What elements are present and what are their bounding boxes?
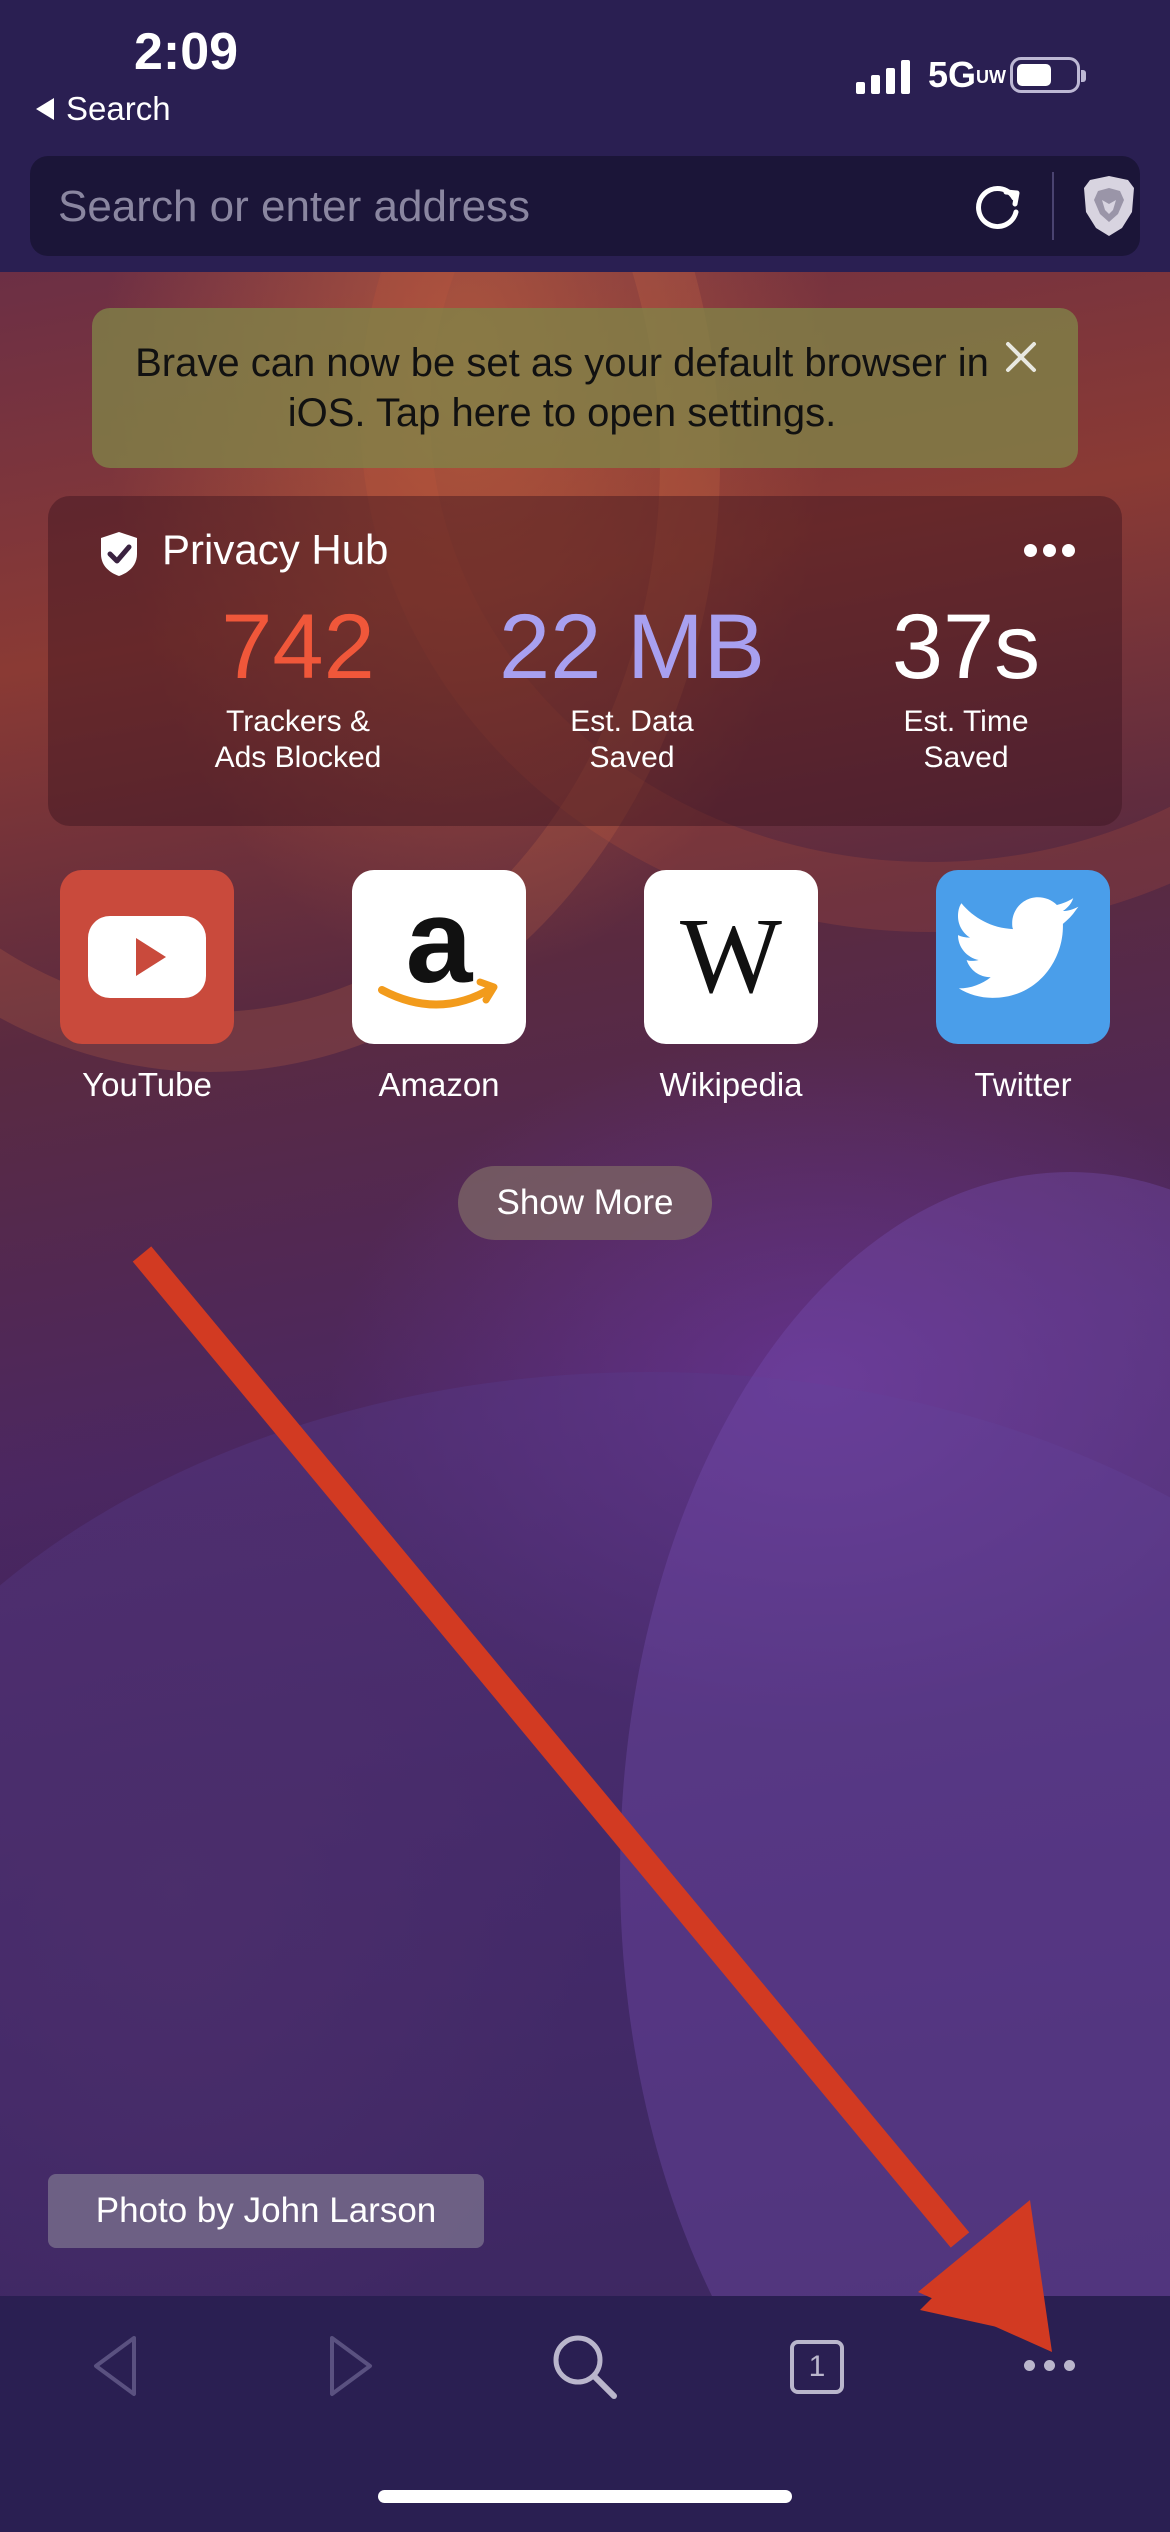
stat-label: Trackers & Ads Blocked <box>214 705 382 774</box>
amazon-icon: a <box>352 870 526 1044</box>
top-bar: 2:09 Search 5GUW <box>0 0 1170 272</box>
stat-label: Est. Time Saved <box>903 705 1029 774</box>
youtube-icon <box>60 870 234 1044</box>
privacy-hub-more-icon[interactable] <box>1024 544 1084 564</box>
brave-shields-icon[interactable] <box>1080 174 1138 238</box>
stat-time-saved: 37s Est. Time Saved <box>796 592 1136 776</box>
stat-value: 22 MB <box>499 596 765 698</box>
battery-icon <box>1010 57 1086 93</box>
home-indicator <box>378 2490 792 2503</box>
favorite-youtube[interactable]: YouTube <box>27 870 267 1104</box>
address-input[interactable] <box>56 174 940 240</box>
back-app-label: Search <box>66 90 171 127</box>
privacy-hub-card[interactable]: Privacy Hub 742 Trackers & Ads Blocked 22… <box>48 496 1122 826</box>
show-more-button[interactable]: Show More <box>458 1166 712 1240</box>
back-icon[interactable] <box>76 2326 156 2406</box>
shield-check-icon <box>101 532 137 576</box>
address-bar-divider <box>1052 172 1054 240</box>
favorite-wikipedia[interactable]: W Wikipedia <box>611 870 851 1104</box>
stat-value: 742 <box>221 596 375 698</box>
svg-text:a: a <box>406 874 474 1008</box>
favorite-label: Wikipedia <box>659 1066 803 1103</box>
back-to-app-button[interactable]: Search <box>36 90 171 128</box>
reload-icon[interactable] <box>970 178 1026 234</box>
stat-label: Est. Data Saved <box>570 705 694 774</box>
favorite-label: Amazon <box>378 1066 500 1103</box>
close-icon[interactable] <box>1004 340 1038 374</box>
favorite-amazon[interactable]: a Amazon <box>319 870 559 1104</box>
forward-icon[interactable] <box>310 2326 390 2406</box>
tabs-button[interactable]: 1 <box>790 2340 844 2394</box>
banner-text: Brave can now be set as your default bro… <box>135 341 989 435</box>
cellular-signal-icon <box>856 60 910 94</box>
search-icon[interactable] <box>544 2326 624 2406</box>
stat-trackers-blocked: 742 Trackers & Ads Blocked <box>128 592 468 776</box>
favorite-twitter[interactable]: Twitter <box>903 870 1143 1104</box>
network-type: 5GUW <box>928 54 1007 95</box>
stat-value: 37s <box>891 596 1041 698</box>
status-time: 2:09 <box>134 23 239 81</box>
favorite-label: Twitter <box>974 1066 1072 1103</box>
stat-data-saved: 22 MB Est. Data Saved <box>462 592 802 776</box>
default-browser-banner[interactable]: Brave can now be set as your default bro… <box>92 308 1078 468</box>
back-arrow-icon <box>36 98 54 120</box>
favorite-label: YouTube <box>82 1066 212 1103</box>
wikipedia-icon: W <box>644 870 818 1044</box>
twitter-icon <box>936 870 1110 1044</box>
privacy-hub-title: Privacy Hub <box>162 526 389 573</box>
address-bar <box>30 156 1140 256</box>
photo-credit[interactable]: Photo by John Larson <box>48 2174 484 2248</box>
menu-more-icon[interactable] <box>1024 2360 1075 2371</box>
